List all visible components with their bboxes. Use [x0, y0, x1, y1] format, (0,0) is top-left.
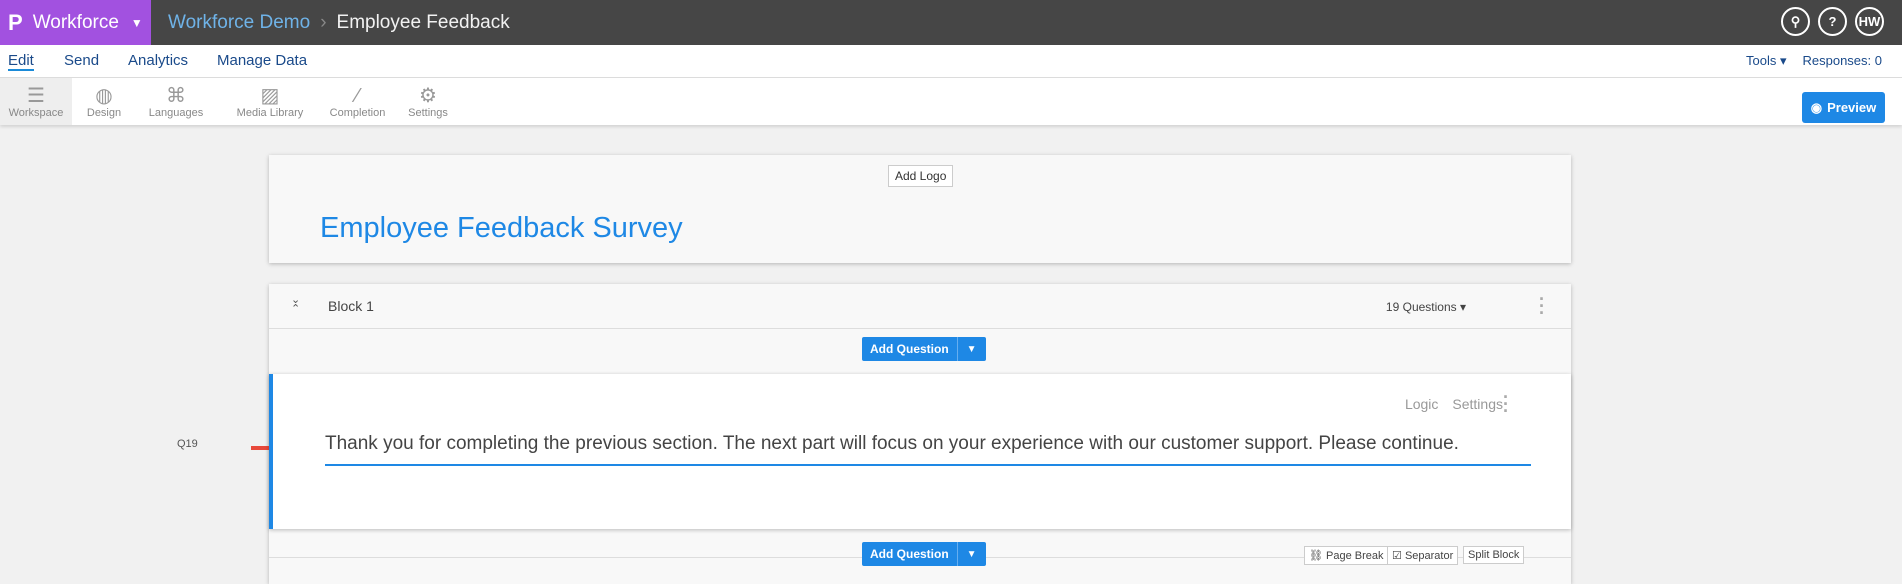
main-nav: Edit Send Analytics Manage Data Tools ▾ R…: [0, 45, 1902, 78]
tool-workspace[interactable]: ☰ Workspace: [0, 78, 72, 125]
tool-label: Completion: [329, 106, 386, 119]
tool-languages[interactable]: ⌘ Languages: [140, 78, 212, 125]
image-icon: ▨: [260, 84, 280, 107]
question-card[interactable]: Logic Settings · · · Thank you for completi…: [269, 374, 1571, 529]
question-count-dropdown[interactable]: 19 Questions ▾: [1386, 300, 1466, 314]
translate-icon: ⌘: [166, 84, 186, 107]
more-vertical-icon[interactable]: · · ·: [1539, 290, 1545, 322]
brand-name: Workforce: [32, 11, 119, 33]
avatar[interactable]: HW: [1855, 7, 1884, 36]
workspace-icon: ☰: [27, 84, 45, 107]
tool-design[interactable]: ◍ Design: [68, 78, 140, 125]
add-question-button[interactable]: Add Question ▼: [862, 542, 986, 566]
page-break-button[interactable]: ⛓ Page Break: [1304, 546, 1389, 565]
separator-button[interactable]: ☑ Separator: [1387, 546, 1459, 565]
tool-media-library[interactable]: ▨ Media Library: [225, 78, 315, 125]
settings-link[interactable]: Settings: [1452, 396, 1503, 412]
question-count: 19 Questions: [1385, 300, 1457, 314]
add-question-label: Add Question: [870, 547, 949, 561]
preview-button[interactable]: ◉ Preview: [1802, 92, 1885, 123]
add-logo-button[interactable]: Add Logo: [888, 165, 954, 187]
breadcrumb-current: Employee Feedback: [336, 11, 510, 33]
tool-completion[interactable]: ⁄ Completion: [315, 78, 400, 125]
logic-link[interactable]: Logic: [1405, 396, 1438, 412]
tool-label: Settings: [408, 106, 448, 119]
search-icon[interactable]: ⚲: [1781, 7, 1810, 36]
page-break-label: Page Break: [1326, 550, 1384, 562]
preview-label: Preview: [1827, 100, 1877, 115]
separator-label: Separator: [1404, 550, 1454, 562]
help-icon[interactable]: ?: [1818, 7, 1847, 36]
breadcrumb-separator-icon: ›: [320, 11, 327, 33]
tools-menu[interactable]: Tools ▾: [1746, 53, 1787, 69]
tool-label: Design: [86, 106, 122, 119]
tools-label: Tools: [1746, 53, 1777, 68]
page-break-icon: ⛓: [1309, 550, 1323, 562]
chevron-down-icon[interactable]: ▼: [956, 542, 986, 566]
chevron-down-icon: ▼: [130, 15, 143, 30]
tool-settings[interactable]: ⚙ Settings: [392, 78, 464, 125]
tool-label: Workspace: [8, 106, 64, 119]
tool-label: Languages: [148, 106, 204, 119]
nav-edit[interactable]: Edit: [8, 52, 34, 71]
question-number: Q19: [177, 438, 198, 450]
brand-menu[interactable]: P Workforce ▼: [0, 0, 151, 45]
question-text[interactable]: Thank you for completing the previous se…: [325, 430, 1531, 466]
breadcrumb-parent[interactable]: Workforce Demo: [168, 12, 310, 34]
nav-manage-data[interactable]: Manage Data: [217, 52, 307, 69]
block-header: ⌄ ⌃ Block 1 19 Questions ▾ · · ·: [269, 284, 1571, 329]
chevron-down-icon[interactable]: ▼: [956, 337, 986, 361]
split-block-button[interactable]: Split Block: [1463, 546, 1525, 564]
top-bar: P Workforce ▼ Workforce Demo › Employee Feed…: [0, 0, 1902, 45]
nav-analytics[interactable]: Analytics: [128, 52, 188, 69]
magic-wand-icon: ⁄: [355, 84, 360, 107]
add-question-label: Add Question: [870, 342, 949, 356]
add-question-button[interactable]: Add Question ▼: [862, 337, 986, 361]
responses-count[interactable]: Responses: 0: [1803, 53, 1883, 69]
palette-icon: ◍: [95, 84, 113, 107]
survey-header: Add Logo Employee Feedback Survey: [269, 155, 1571, 263]
gear-icon: ⚙: [419, 84, 437, 107]
collapse-icon[interactable]: ⌄ ⌃: [291, 295, 300, 315]
survey-title[interactable]: Employee Feedback Survey: [320, 212, 683, 245]
tool-label: Media Library: [236, 106, 304, 119]
checkbox-icon: ☑: [1392, 550, 1402, 562]
eye-icon: ◉: [1810, 99, 1823, 115]
more-vertical-icon[interactable]: · · ·: [1503, 388, 1509, 420]
breadcrumb: Workforce Demo › Employee Feedback: [168, 0, 510, 45]
block-name[interactable]: Block 1: [328, 298, 374, 314]
nav-send[interactable]: Send: [64, 52, 99, 69]
brand-logo-icon: P: [8, 9, 23, 35]
toolbar: ☰ Workspace ◍ Design ⌘ Languages ▨ Media Lib…: [0, 78, 1902, 125]
